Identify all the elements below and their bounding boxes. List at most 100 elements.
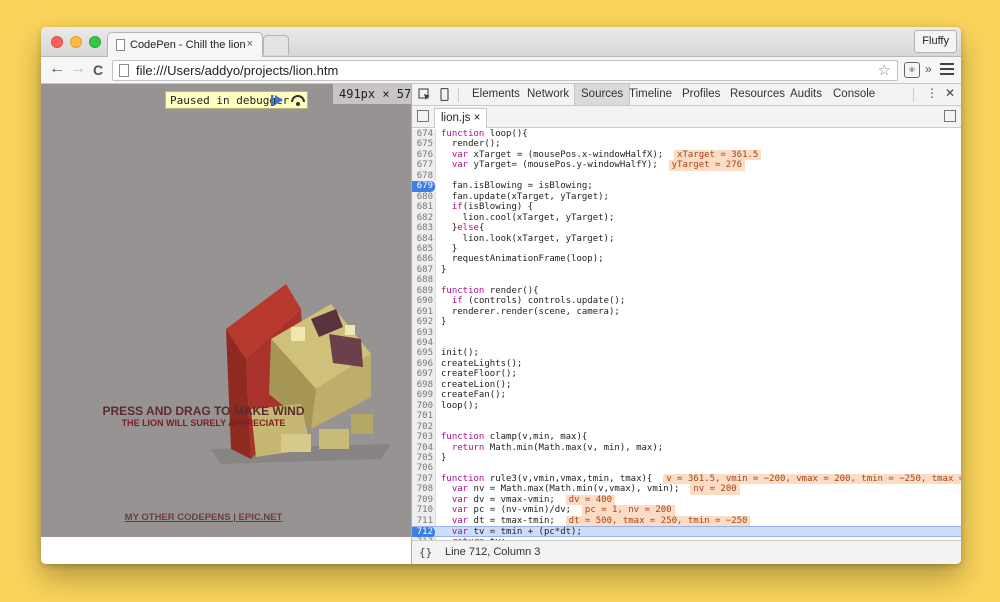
code-line[interactable]: 710 var pc = (nv-vmin)/dv; pc = 1, nv = 2… (412, 505, 961, 516)
minimize-window-button[interactable] (70, 36, 82, 48)
navigator-toggle-icon[interactable] (417, 110, 429, 122)
line-number[interactable]: 710 (412, 505, 436, 516)
line-number[interactable]: 705 (412, 452, 436, 464)
line-number[interactable]: 698 (412, 379, 436, 391)
line-number[interactable]: 709 (412, 494, 436, 506)
code-line[interactable]: 697 createFloor(); (412, 369, 961, 380)
code-line[interactable]: 709 var dv = vmax-vmin; dv = 400 (412, 494, 961, 506)
code-line[interactable]: 675 render(); (412, 139, 961, 150)
line-number[interactable]: 677 (412, 160, 436, 171)
code-line[interactable]: 681 if(isBlowing) { (412, 202, 961, 213)
code-line[interactable]: 699 createFan(); (412, 390, 961, 401)
url-text[interactable]: file:///Users/addyo/projects/lion.htm (136, 63, 338, 78)
tab-timeline[interactable]: Timeline (623, 84, 678, 105)
lion-stage[interactable]: Paused in debugger 491px × 57 PRESS AND … (41, 84, 411, 537)
profile-button[interactable]: Fluffy (914, 30, 957, 53)
line-number[interactable]: 687 (412, 264, 436, 276)
code-line[interactable]: 676 var xTarget = (mousePos.x-windowHalf… (412, 149, 961, 161)
line-number[interactable]: 685 (412, 243, 436, 255)
more-extensions-icon[interactable]: » (925, 62, 932, 76)
code-line[interactable]: 691 renderer.render(scene, camera); (412, 306, 961, 318)
reload-icon[interactable]: C (93, 62, 103, 78)
tab-console[interactable]: Console (827, 84, 881, 105)
code-line[interactable]: 680 fan.update(xTarget, yTarget); (412, 191, 961, 203)
pretty-print-icon[interactable]: {} (419, 546, 432, 559)
line-number[interactable]: 693 (412, 327, 436, 339)
code-line[interactable]: 682 lion.cool(xTarget, yTarget); (412, 212, 961, 224)
code-line[interactable]: 705} (412, 452, 961, 464)
code-line[interactable]: 674 function loop(){ (412, 129, 961, 140)
line-number[interactable]: 708 (412, 484, 436, 495)
code-line[interactable]: 712 var tv = tmin + (pc*dt); (412, 526, 961, 538)
code-line[interactable]: 692} (412, 317, 961, 328)
debugger-toggle-icon[interactable] (944, 110, 956, 122)
code-line[interactable]: 700 loop(); (412, 400, 961, 412)
line-number[interactable]: 702 (412, 421, 436, 433)
line-number[interactable]: 682 (412, 212, 436, 224)
code-line[interactable]: 679 fan.isBlowing = isBlowing; (412, 181, 961, 192)
zoom-window-button[interactable] (89, 36, 101, 48)
code-line[interactable]: 683 }else{ (412, 223, 961, 234)
line-number[interactable]: 697 (412, 369, 436, 380)
line-number[interactable]: 703 (412, 432, 436, 443)
line-number[interactable]: 704 (412, 442, 436, 453)
tab-network[interactable]: Network (521, 84, 575, 105)
line-number[interactable]: 675 (412, 139, 436, 150)
line-number[interactable]: 684 (412, 233, 436, 244)
code-editor[interactable]: 674 function loop(){675 render(); 676 var … (412, 128, 961, 540)
code-line[interactable]: 690 if (controls) controls.update(); (412, 296, 961, 307)
line-number[interactable]: 686 (412, 254, 436, 265)
line-number[interactable]: 674 (412, 129, 436, 140)
line-number[interactable]: 711 (412, 515, 436, 527)
line-number[interactable]: 690 (412, 296, 436, 307)
code-line[interactable]: 703 function clamp(v,min, max){ (412, 432, 961, 443)
code-line[interactable]: 685 } (412, 243, 961, 255)
code-line[interactable]: 707 function rule3(v,vmin,vmax,tmin, tmax… (412, 473, 961, 485)
line-number[interactable]: 707 (412, 473, 436, 485)
line-number[interactable]: 680 (412, 191, 436, 203)
devtools-menu-icon[interactable]: ⋮ (926, 86, 938, 100)
line-number[interactable]: 696 (412, 358, 436, 370)
resume-icon[interactable] (269, 93, 285, 107)
code-line[interactable]: 677 var yTarget= (mousePos.y-windowHalfY… (412, 160, 961, 171)
code-line[interactable]: 698 createLion(); (412, 379, 961, 391)
line-number[interactable]: 692 (412, 317, 436, 328)
menu-icon[interactable] (940, 63, 954, 78)
code-line[interactable]: 689 function render(){ (412, 285, 961, 297)
device-mode-icon[interactable] (438, 88, 451, 101)
close-tab-icon[interactable]: × (247, 38, 253, 50)
line-number[interactable]: 701 (412, 411, 436, 422)
line-number[interactable]: 694 (412, 338, 436, 349)
line-number[interactable]: 699 (412, 390, 436, 401)
line-number[interactable]: 683 (412, 223, 436, 234)
line-number[interactable]: 700 (412, 400, 436, 412)
line-number[interactable]: 678 (412, 170, 436, 182)
code-line[interactable]: 696 createLights(); (412, 358, 961, 370)
address-bar[interactable]: file:///Users/addyo/projects/lion.htm ☆ (112, 60, 898, 81)
new-tab-button[interactable] (263, 35, 289, 55)
code-line[interactable]: 706 (412, 463, 961, 474)
bookmark-star-icon[interactable]: ☆ (878, 61, 891, 79)
tab-resources[interactable]: Resources (724, 84, 791, 105)
forward-icon[interactable]: → (70, 60, 86, 78)
code-line[interactable]: 687} (412, 264, 961, 276)
line-number[interactable]: 691 (412, 306, 436, 318)
code-line[interactable]: 688 (412, 275, 961, 286)
breakpoint-line-number[interactable]: 679 (412, 181, 436, 192)
tab-sources[interactable]: Sources (574, 84, 631, 105)
tab-elements[interactable]: Elements (466, 84, 526, 105)
inspect-element-icon[interactable] (418, 88, 431, 101)
code-line[interactable]: 686 requestAnimationFrame(loop); (412, 254, 961, 265)
line-number[interactable]: 688 (412, 275, 436, 286)
browser-tab[interactable]: CodePen - Chill the lion × (107, 32, 263, 58)
code-line[interactable]: 694 (412, 338, 961, 349)
code-line[interactable]: 684 lion.look(xTarget, yTarget); (412, 233, 961, 244)
code-line[interactable]: 704 return Math.min(Math.max(v, min), ma… (412, 442, 961, 453)
code-line[interactable]: 708 var nv = Math.max(Math.min(v,vmax), … (412, 484, 961, 495)
footer-links[interactable]: MY OTHER CODEPENS | EPIC.NET (41, 512, 366, 523)
line-number[interactable]: 695 (412, 348, 436, 359)
tab-profiles[interactable]: Profiles (676, 84, 726, 105)
code-line[interactable]: 693 (412, 327, 961, 339)
code-line[interactable]: 702 (412, 421, 961, 433)
line-number[interactable]: 681 (412, 202, 436, 213)
